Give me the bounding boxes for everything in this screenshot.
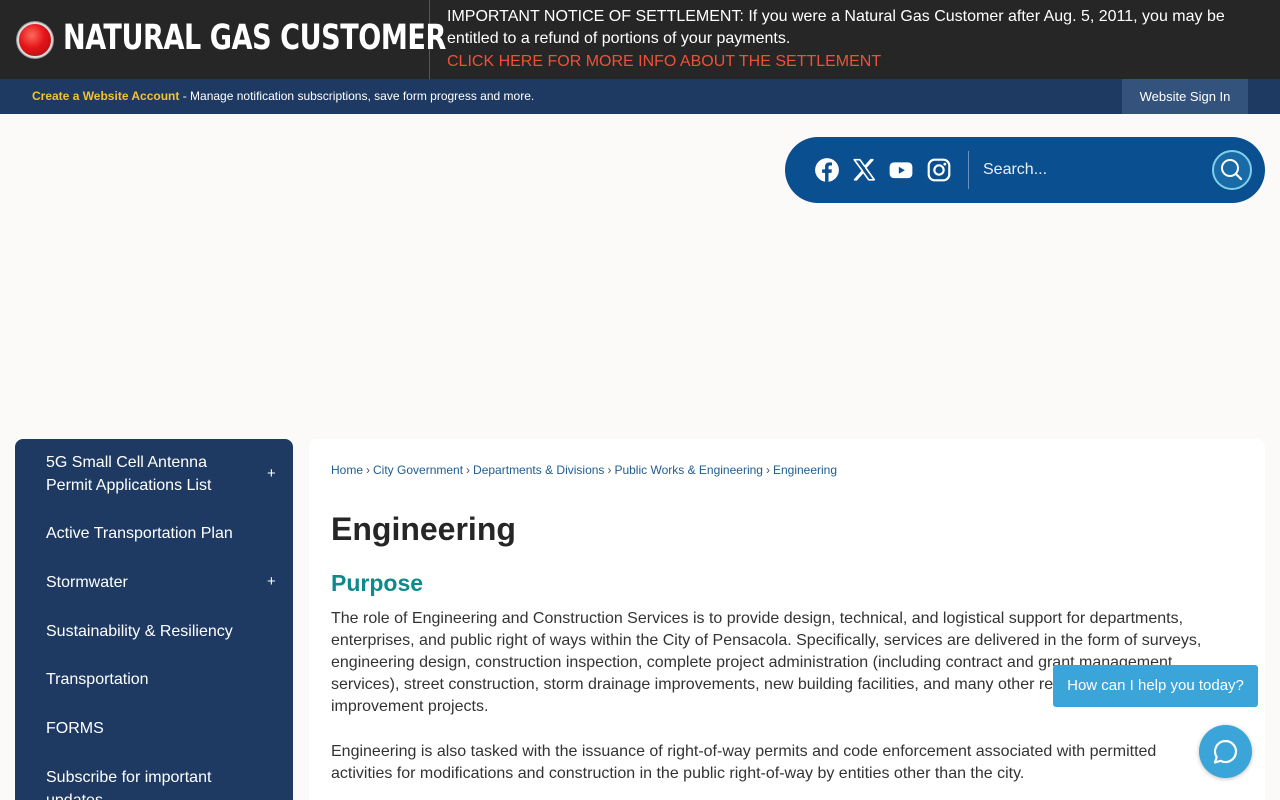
nav-item-sustainability[interactable]: Sustainability & Resiliency [46, 620, 276, 643]
chat-launcher-button[interactable] [1199, 725, 1252, 778]
breadcrumb-departments[interactable]: Departments & Divisions [473, 463, 604, 477]
side-navigation: 5G Small Cell Antenna Permit Application… [15, 439, 293, 800]
nav-item-transportation[interactable]: Transportation [46, 668, 246, 691]
social-search-divider [968, 151, 969, 189]
account-promo: Create a Website Account - Manage notifi… [32, 89, 534, 103]
expand-5g-small-cell-button[interactable]: + [267, 465, 276, 482]
chat-bubble-icon [1213, 739, 1237, 764]
nav-item-stormwater[interactable]: Stormwater [46, 571, 246, 594]
nav-item-5g-small-cell[interactable]: 5G Small Cell Antenna Permit Application… [46, 451, 246, 497]
settlement-info-link[interactable]: CLICK HERE FOR MORE INFO ABOUT THE SETTL… [447, 51, 881, 73]
breadcrumb-public-works[interactable]: Public Works & Engineering [614, 463, 763, 477]
account-description: - Manage notification subscriptions, sav… [179, 89, 535, 103]
alert-notice: IMPORTANT NOTICE OF SETTLEMENT: If you w… [447, 8, 1225, 47]
chat-prompt-bubble[interactable]: How can I help you today? [1053, 665, 1258, 707]
facebook-icon[interactable] [814, 157, 840, 183]
search-button[interactable] [1212, 150, 1252, 190]
create-account-link[interactable]: Create a Website Account [32, 89, 179, 103]
breadcrumb-separator: › [607, 463, 612, 477]
breadcrumb-separator: › [466, 463, 471, 477]
site-search-input[interactable] [983, 155, 1203, 185]
page-title: Engineering [331, 511, 516, 547]
settlement-alert-bar: NATURAL GAS CUSTOMER IMPORTANT NOTICE OF… [0, 0, 1280, 79]
account-bar: Create a Website Account - Manage notifi… [0, 79, 1280, 114]
youtube-icon[interactable] [888, 157, 914, 183]
expand-stormwater-button[interactable]: + [267, 573, 276, 590]
main-content: Home › City Government › Departments & Divis… [309, 439, 1265, 800]
breadcrumb-home[interactable]: Home [331, 463, 363, 477]
nav-item-subscribe[interactable]: Subscribe for important updates [46, 766, 236, 800]
alert-light-icon [17, 22, 53, 58]
breadcrumb-separator: › [765, 463, 770, 477]
x-twitter-icon[interactable] [851, 157, 877, 183]
alert-title-area: NATURAL GAS CUSTOMER [0, 0, 446, 79]
breadcrumb-city-government[interactable]: City Government [373, 463, 463, 477]
website-sign-in-button[interactable]: Website Sign In [1122, 79, 1248, 114]
nav-item-forms[interactable]: FORMS [46, 717, 246, 740]
section-heading-purpose: Purpose [331, 570, 424, 596]
social-search-bar [785, 137, 1265, 203]
breadcrumb-separator: › [366, 463, 371, 477]
nav-item-active-transportation[interactable]: Active Transportation Plan [46, 522, 246, 545]
permits-paragraph: Engineering is also tasked with the issu… [331, 743, 1157, 782]
search-icon [1221, 159, 1243, 181]
breadcrumb: Home › City Government › Departments & Divis… [331, 463, 837, 477]
alert-title: NATURAL GAS CUSTOMER [63, 18, 446, 58]
instagram-icon[interactable] [926, 157, 952, 183]
breadcrumb-engineering[interactable]: Engineering [773, 463, 837, 477]
